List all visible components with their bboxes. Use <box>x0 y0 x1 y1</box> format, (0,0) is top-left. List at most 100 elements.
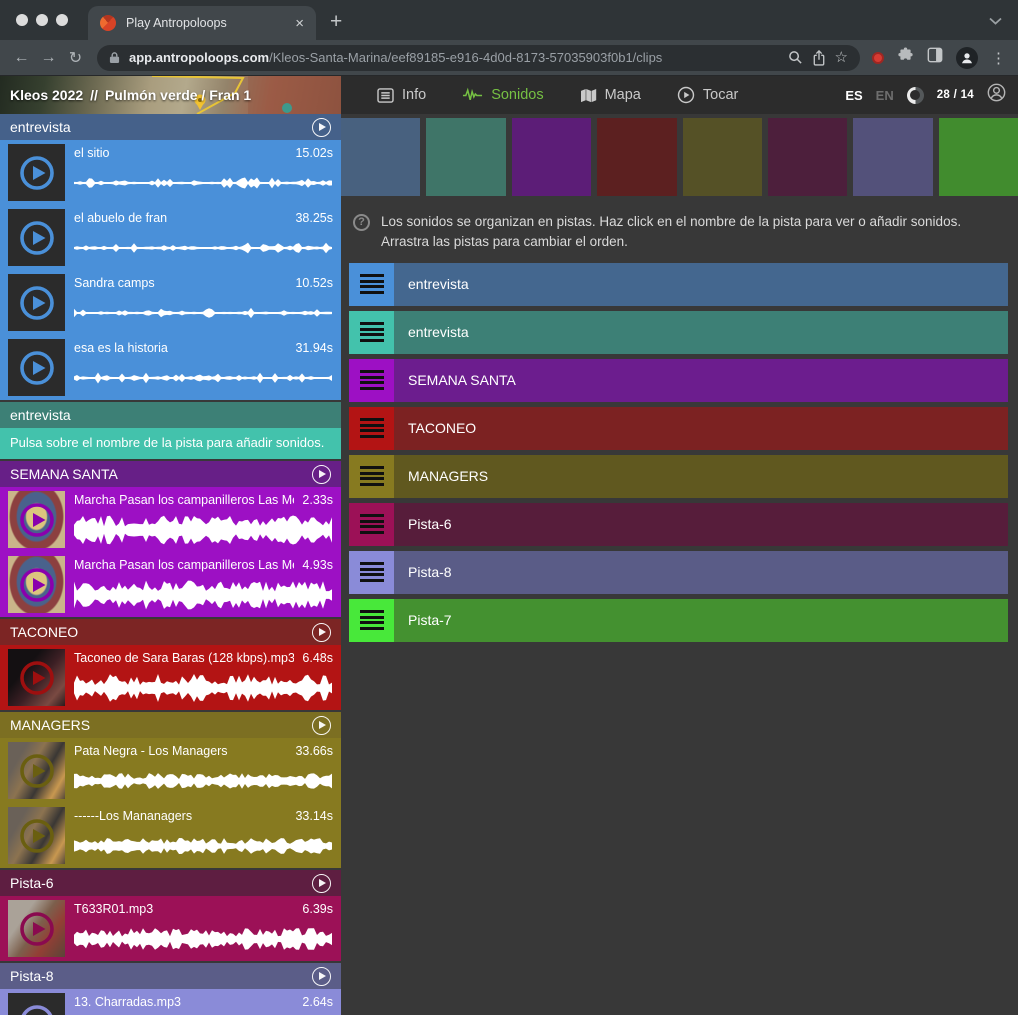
track-play-all-icon[interactable] <box>312 716 331 735</box>
track-swatch-pista-6-5[interactable] <box>768 118 847 196</box>
clip-row[interactable]: Marcha Pasan los campanilleros Las Mejor… <box>0 552 341 617</box>
clip-art[interactable] <box>8 649 65 706</box>
track-row-pista-7-7[interactable]: Pista-7 <box>349 599 1008 642</box>
track-row-managers-4[interactable]: MANAGERS <box>349 455 1008 498</box>
clip-play-icon[interactable] <box>19 753 55 789</box>
clip-play-icon[interactable] <box>19 660 55 696</box>
tab-search-chevron-icon[interactable] <box>989 12 1002 30</box>
clip-art[interactable] <box>8 900 65 957</box>
lang-en-button[interactable]: EN <box>876 88 894 103</box>
track-row-entrevista-0[interactable]: entrevista <box>349 263 1008 306</box>
bookmark-star-icon[interactable]: ☆ <box>835 50 848 65</box>
drag-handle[interactable] <box>349 359 394 402</box>
clip-row[interactable]: 13. Charradas.mp32.64s <box>0 989 341 1015</box>
track-header[interactable]: entrevista <box>0 402 341 428</box>
clip-row[interactable]: T633R01.mp36.39s <box>0 896 341 961</box>
track-row-pista-8-6[interactable]: Pista-8 <box>349 551 1008 594</box>
account-icon[interactable] <box>987 83 1006 107</box>
clip-waveform-box[interactable] <box>74 225 333 270</box>
drag-handle[interactable] <box>349 311 394 354</box>
share-icon[interactable] <box>812 50 826 66</box>
track-play-all-icon[interactable] <box>312 118 331 137</box>
clip-art[interactable] <box>8 491 65 548</box>
track-swatch-pista-8-6[interactable] <box>853 118 932 196</box>
track-header[interactable]: TACONEO <box>0 619 341 645</box>
address-bar[interactable]: app.antropoloops.com/Kleos-Santa-Marina/… <box>97 45 860 71</box>
browser-menu-kebab-icon[interactable]: ⋮ <box>991 49 1006 67</box>
clip-waveform-box[interactable] <box>74 758 333 803</box>
clip-row[interactable]: Pata Negra - Los Managers33.66s <box>0 738 341 803</box>
track-row-pista-6-5[interactable]: Pista-6 <box>349 503 1008 546</box>
clip-play-icon[interactable] <box>19 911 55 947</box>
extensions-puzzle-icon[interactable] <box>897 47 914 69</box>
clip-waveform-box[interactable] <box>74 916 333 961</box>
back-button[interactable]: ← <box>8 49 35 67</box>
clip-art[interactable] <box>8 274 65 331</box>
project-banner[interactable]: Kleos 2022//Pulmón verde / Fran 1 <box>0 76 341 114</box>
clip-play-icon[interactable] <box>19 567 55 603</box>
clip-row[interactable]: ------Los Mananagers33.14s <box>0 803 341 868</box>
drag-handle[interactable] <box>349 551 394 594</box>
clip-art[interactable] <box>8 339 65 396</box>
reload-button[interactable]: ↻ <box>62 48 89 68</box>
clip-play-icon[interactable] <box>19 220 55 256</box>
track-header[interactable]: Pista-8 <box>0 963 341 989</box>
clip-waveform-box[interactable] <box>74 290 333 335</box>
track-header[interactable]: SEMANA SANTA <box>0 461 341 487</box>
clip-waveform-box[interactable] <box>74 823 333 868</box>
forward-button[interactable]: → <box>35 49 62 67</box>
clip-waveform-box[interactable] <box>74 507 333 552</box>
nav-tab-tocar[interactable]: Tocar <box>677 86 738 104</box>
drag-handle[interactable] <box>349 263 394 306</box>
lock-icon[interactable] <box>109 51 120 64</box>
clip-play-icon[interactable] <box>19 155 55 191</box>
zoom-icon[interactable] <box>788 50 803 65</box>
new-tab-button[interactable]: + <box>330 11 342 32</box>
track-play-all-icon[interactable] <box>312 874 331 893</box>
clip-art[interactable] <box>8 556 65 613</box>
clip-waveform-box[interactable] <box>74 355 333 400</box>
clip-row[interactable]: esa es la historia31.94s <box>0 335 341 400</box>
side-panel-icon[interactable] <box>927 47 943 68</box>
drag-handle[interactable] <box>349 407 394 450</box>
track-swatch-taconeo-3[interactable] <box>597 118 676 196</box>
nav-tab-mapa[interactable]: Mapa <box>580 87 641 103</box>
browser-tab[interactable]: Play Antropoloops × <box>88 6 316 40</box>
tab-close-icon[interactable]: × <box>295 16 304 31</box>
track-swatch-semana-santa-2[interactable] <box>512 118 591 196</box>
track-header[interactable]: Pista-6 <box>0 870 341 896</box>
lang-es-button[interactable]: ES <box>845 88 862 103</box>
clip-art[interactable] <box>8 993 65 1015</box>
clip-play-icon[interactable] <box>19 350 55 386</box>
nav-tab-sonidos[interactable]: Sonidos <box>462 87 543 103</box>
clip-row[interactable]: el sitio15.02s <box>0 140 341 205</box>
profile-avatar-icon[interactable] <box>956 47 978 69</box>
clip-row[interactable]: Marcha Pasan los campanilleros Las Mejor… <box>0 487 341 552</box>
track-row-entrevista-1[interactable]: entrevista <box>349 311 1008 354</box>
nav-tab-info[interactable]: Info <box>377 87 426 103</box>
track-play-all-icon[interactable] <box>312 967 331 986</box>
track-play-all-icon[interactable] <box>312 623 331 642</box>
clip-art[interactable] <box>8 742 65 799</box>
track-row-taconeo-3[interactable]: TACONEO <box>349 407 1008 450</box>
clip-art[interactable] <box>8 807 65 864</box>
clip-row[interactable]: el abuelo de fran38.25s <box>0 205 341 270</box>
clip-waveform-box[interactable] <box>74 572 333 617</box>
track-row-semana-santa-2[interactable]: SEMANA SANTA <box>349 359 1008 402</box>
track-play-all-icon[interactable] <box>312 465 331 484</box>
recording-extension-icon[interactable] <box>872 52 884 64</box>
clip-play-icon[interactable] <box>19 818 55 854</box>
clip-row[interactable]: Taconeo de Sara Baras (128 kbps).mp36.48… <box>0 645 341 710</box>
window-minimize-button[interactable] <box>36 14 48 26</box>
drag-handle[interactable] <box>349 599 394 642</box>
clip-art[interactable] <box>8 209 65 266</box>
clip-play-icon[interactable] <box>19 285 55 321</box>
clip-waveform-box[interactable] <box>74 665 333 710</box>
window-zoom-button[interactable] <box>56 14 68 26</box>
track-header[interactable]: entrevista <box>0 114 341 140</box>
clip-art[interactable] <box>8 144 65 201</box>
drag-handle[interactable] <box>349 503 394 546</box>
clip-row[interactable]: Sandra camps10.52s <box>0 270 341 335</box>
window-close-button[interactable] <box>16 14 28 26</box>
track-header[interactable]: MANAGERS <box>0 712 341 738</box>
